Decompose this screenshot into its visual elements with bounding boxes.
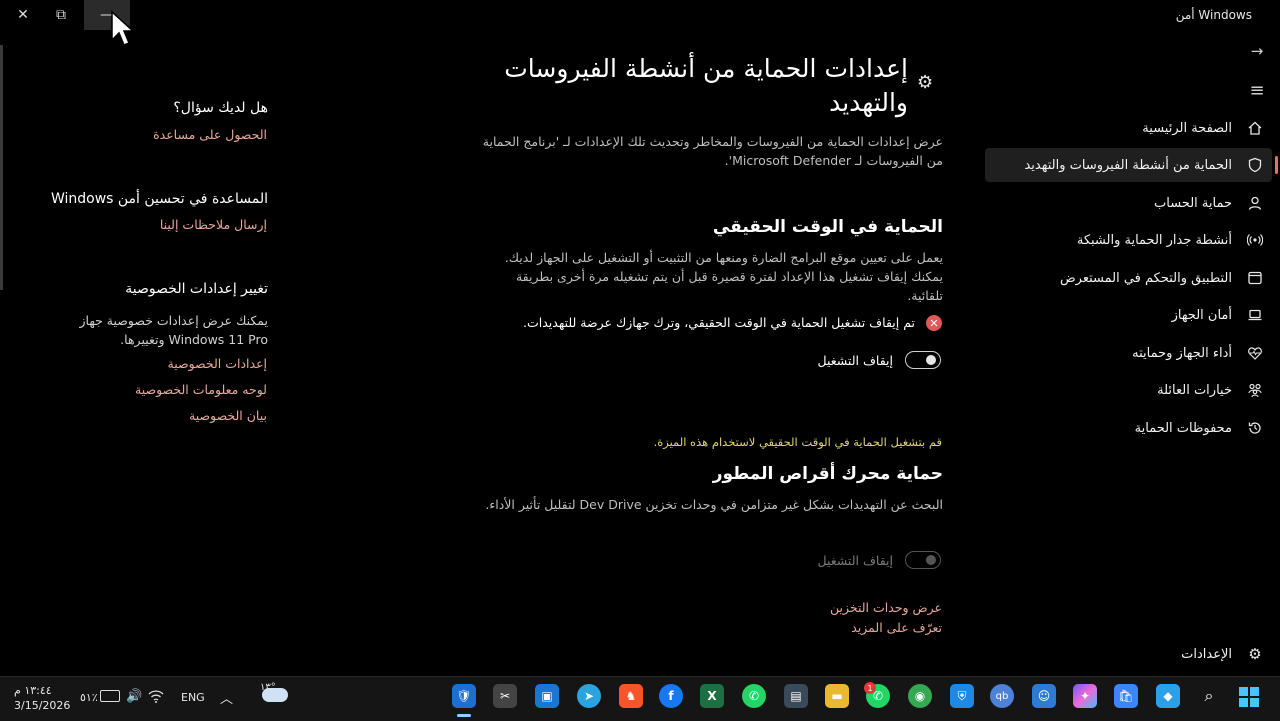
page-description: عرض إعدادات الحماية من الفيروسات والمخاط… (482, 134, 943, 168)
nav-item-device-health[interactable]: أداء الجهاز وحمايته (985, 336, 1272, 370)
app-browser-icon (1238, 270, 1272, 286)
privacy-text: يمكنك عرض إعدادات خصوصية جهاز Windows 11… (79, 313, 269, 347)
privacy-dashboard-link[interactable]: لوحه معلومات الخصوصية (40, 382, 267, 397)
nav-item-label: أنشطة جدار الحماية والشبكة (1076, 232, 1232, 248)
weather-temp[interactable]: ١٣° (260, 682, 276, 693)
microsoft-store-icon[interactable]: 🛍 (1114, 684, 1138, 708)
store-app-icon[interactable]: ▣ (535, 684, 559, 708)
notification-badge: 1 (864, 682, 876, 694)
gear-icon: ⚙ (1248, 645, 1262, 663)
start-tile (1239, 687, 1248, 696)
nav-item-label: التطبيق والتحكم في المستعرض (1059, 270, 1232, 286)
chevron-up-icon[interactable]: ︿ (220, 688, 233, 707)
devdrive-description: البحث عن التهديدات بشكل غير متزامن في وح… (485, 497, 943, 512)
realtime-error-text: تم إيقاف تشغيل الحماية في الوقت الحقيقي،… (523, 315, 915, 330)
error-icon: ✕ (926, 315, 942, 331)
privacy-settings-link[interactable]: إعدادات الخصوصية (40, 356, 267, 371)
start-tile (1239, 698, 1248, 707)
volume-icon[interactable]: 🔊 (126, 689, 142, 704)
realtime-heading: الحماية في الوقت الحقيقي (712, 217, 943, 237)
clock-date[interactable]: 3/15/2026 (14, 699, 70, 712)
chrome-icon[interactable]: ◉ (908, 684, 932, 708)
devdrive-warning: قم بتشغيل الحماية في الوقت الحقيقي لاستخ… (653, 435, 942, 449)
mouse-cursor-icon (111, 10, 135, 46)
nav-item-label: الإعدادات (1181, 646, 1232, 662)
nav-item-label: حماية الحساب (1154, 195, 1232, 211)
learn-more-link[interactable]: تعرّف على المزيد (760, 620, 942, 635)
nav-item-label: الصفحة الرئيسية (1142, 120, 1232, 136)
whatsapp-icon[interactable]: ✆ (742, 684, 766, 708)
nav-item-firewall[interactable]: أنشطة جدار الحماية والشبكة (985, 223, 1272, 257)
nav-item-label: أمان الجهاز (1171, 307, 1232, 323)
start-tile (1250, 687, 1259, 696)
page-title: إعدادات الحماية من أنشطة الفيروسات والته… (504, 54, 908, 117)
history-icon (1238, 420, 1272, 436)
snipping-tool-icon[interactable]: ✂ (493, 684, 517, 708)
shield-icon (1238, 157, 1272, 173)
settings-gear-icon: ⚙ (917, 72, 934, 93)
home-icon (1238, 120, 1272, 136)
active-app-indicator (457, 714, 471, 717)
nav-item-device-security[interactable]: أمان الجهاز (985, 298, 1272, 332)
devdrive-toggle[interactable] (905, 551, 941, 569)
scrollbar[interactable] (0, 45, 3, 290)
app-title: أمن Windows (1175, 8, 1252, 22)
nav-item-label: خيارات العائلة (1157, 382, 1232, 398)
nav-item-account[interactable]: حماية الحساب (985, 186, 1272, 220)
devdrive-toggle-label: إيقاف التشغيل (817, 553, 894, 568)
feedback-link[interactable]: إرسال ملاحظات إلينا (40, 217, 267, 232)
facebook-icon[interactable]: f (659, 684, 683, 708)
file-explorer-icon[interactable]: ▬ (825, 684, 849, 708)
nav-item-app-browser[interactable]: التطبيق والتحكم في المستعرض (985, 261, 1272, 295)
language-indicator[interactable]: ENG (181, 691, 205, 704)
privacy-heading: تغيير إعدادات الخصوصية (125, 281, 268, 297)
excel-icon[interactable]: X (700, 684, 724, 708)
battery-icon[interactable] (100, 690, 120, 702)
wifi-tray-icon[interactable] (148, 689, 164, 703)
defender-app-icon[interactable]: 🛡 (452, 684, 476, 708)
battery-percent[interactable]: ٥١٪ (80, 691, 98, 704)
active-indicator (1275, 156, 1278, 174)
widgets-icon[interactable]: ◆ (1156, 684, 1180, 708)
qbittorrent-icon[interactable]: qb (990, 684, 1014, 708)
copilot-icon[interactable]: ✦ (1073, 684, 1097, 708)
toggle-knob (926, 355, 936, 365)
nav-item-label: الحماية من أنشطة الفيروسات والتهديد (1024, 157, 1232, 173)
menu-button[interactable]: ≡ (1248, 80, 1266, 101)
realtime-toggle[interactable] (905, 351, 941, 369)
start-tile (1250, 698, 1259, 707)
person-icon (1238, 195, 1272, 211)
get-help-link[interactable]: الحصول على مساعدة (40, 127, 267, 142)
improve-heading: المساعدة في تحسين أمن Windows (50, 191, 268, 207)
view-storage-link[interactable]: عرض وحدات التخزين (760, 600, 942, 615)
realtime-description: يعمل على تعيين موقع البرامج الضارة ومنعه… (504, 250, 943, 303)
nav-item-label: محفوظات الحماية (1134, 420, 1232, 436)
nav-item-settings[interactable]: ⚙ الإعدادات (985, 637, 1272, 671)
shield-app-icon[interactable]: ⛨ (950, 684, 974, 708)
devdrive-heading: حماية محرك أقراص المطور (712, 464, 943, 484)
nav-item-virus-protection[interactable]: الحماية من أنشطة الفيروسات والتهديد (985, 148, 1272, 182)
nav-item-home[interactable]: الصفحة الرئيسية (985, 111, 1272, 145)
toggle-knob (926, 555, 936, 565)
brave-browser-icon[interactable]: ♞ (619, 684, 643, 708)
terminal-icon[interactable]: ▤ (784, 684, 808, 708)
feedback-hub-icon[interactable]: ☺ (1032, 684, 1056, 708)
nav-item-history[interactable]: محفوظات الحماية (985, 411, 1272, 445)
telegram-icon[interactable]: ➤ (577, 684, 601, 708)
back-button[interactable]: → (1248, 42, 1266, 60)
privacy-statement-link[interactable]: بيان الخصوصية (40, 408, 267, 423)
heart-icon (1238, 345, 1272, 361)
laptop-icon (1238, 307, 1272, 323)
clock-time[interactable]: ١٣:٤٤ م (14, 684, 52, 697)
wifi-icon (1238, 232, 1272, 248)
realtime-toggle-label: إيقاف التشغيل (817, 353, 894, 368)
start-button[interactable] (1239, 687, 1259, 707)
nav-item-family[interactable]: خيارات العائلة (985, 373, 1272, 407)
question-heading: هل لديك سؤال؟ (173, 100, 268, 116)
search-icon[interactable]: ⌕ (1197, 684, 1221, 708)
nav-item-label: أداء الجهاز وحمايته (1132, 345, 1232, 361)
family-icon (1238, 382, 1272, 398)
restore-button[interactable]: ⧉ (38, 0, 84, 30)
